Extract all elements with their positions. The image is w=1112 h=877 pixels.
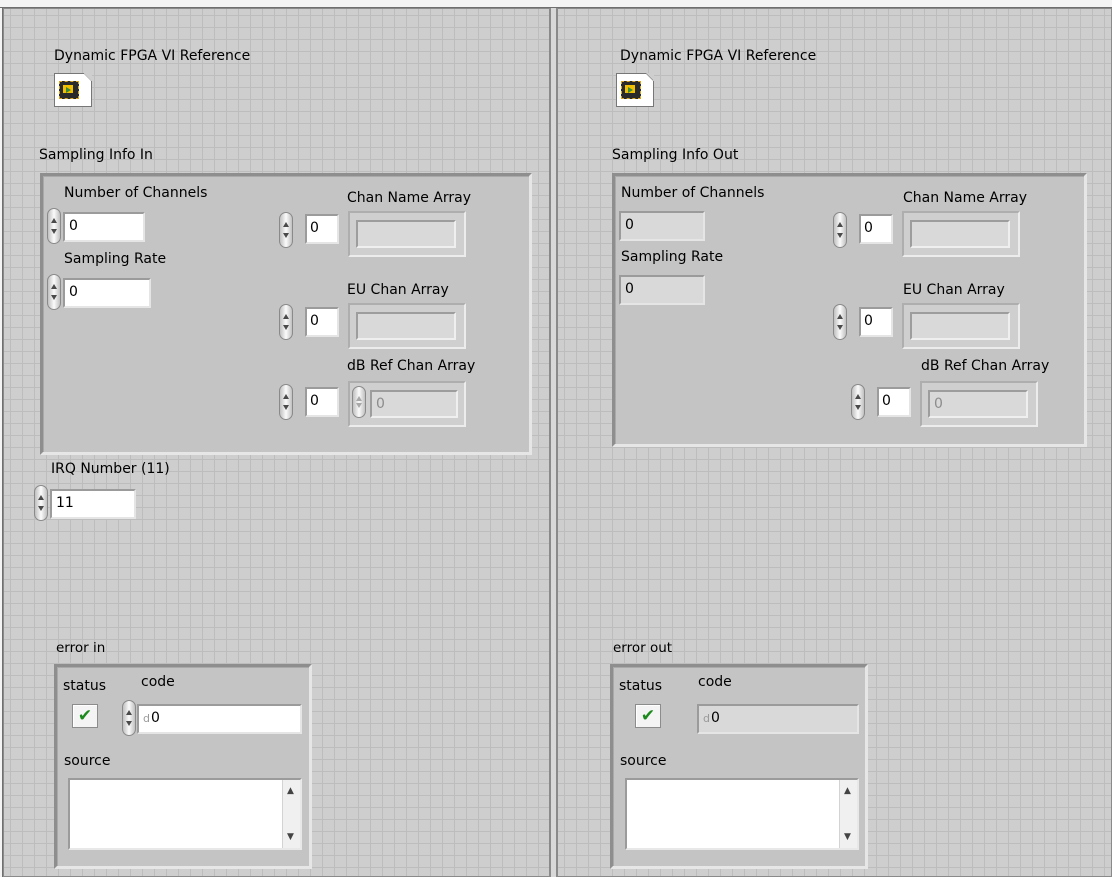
- eu-chan-array-label: EU Chan Array: [903, 282, 1005, 298]
- chan-name-index-spinner[interactable]: [833, 212, 847, 248]
- scroll-up-icon[interactable]: ▲: [844, 786, 851, 796]
- eu-chan-array-label: EU Chan Array: [347, 282, 449, 298]
- chan-name-array: [348, 211, 466, 257]
- num-channels-increment-decrement[interactable]: [47, 208, 61, 244]
- source-label: source: [64, 753, 111, 769]
- sampling-rate-increment-decrement[interactable]: [47, 274, 61, 310]
- eu-chan-index-spinner[interactable]: [279, 304, 293, 340]
- scroll-down-icon[interactable]: ▼: [287, 832, 294, 842]
- num-channels-indicator: 0: [619, 211, 705, 241]
- db-ref-chan-array-label: dB Ref Chan Array: [347, 358, 476, 374]
- chan-name-index-input[interactable]: 0: [305, 214, 339, 244]
- front-panel-right: Dynamic FPGA VI Reference Sampling Info …: [557, 8, 1112, 877]
- window-top-edge: [0, 0, 1112, 8]
- chan-name-array: [902, 211, 1020, 257]
- eu-chan-array: [902, 303, 1020, 349]
- db-ref-element-indicator: 0: [928, 390, 1028, 418]
- source-scrollbar[interactable]: ▲ ▼: [839, 780, 857, 848]
- fpga-ref-control[interactable]: [54, 73, 92, 107]
- status-check-icon: ✔: [635, 704, 661, 728]
- error-out-cluster: status code ✔ d0 source ▲ ▼: [610, 664, 868, 869]
- num-channels-input[interactable]: 0: [63, 212, 145, 242]
- fpga-ref-indicator[interactable]: [616, 73, 654, 107]
- code-increment-decrement[interactable]: [122, 700, 136, 736]
- source-label: source: [620, 753, 667, 769]
- db-ref-chan-array: 0: [348, 381, 466, 427]
- eu-chan-array-element: [910, 312, 1010, 340]
- sampling-rate-input[interactable]: 0: [63, 278, 151, 308]
- sampling-rate-label: Sampling Rate: [64, 251, 167, 267]
- error-in-label: error in: [56, 640, 106, 656]
- code-input[interactable]: d0: [137, 704, 302, 734]
- num-channels-label: Number of Channels: [621, 185, 765, 201]
- error-out-label: error out: [613, 640, 673, 656]
- db-ref-index-spinner[interactable]: [851, 384, 865, 420]
- db-ref-index-input[interactable]: 0: [305, 387, 339, 417]
- eu-chan-array-element[interactable]: [356, 312, 456, 340]
- eu-chan-array: [348, 303, 466, 349]
- scroll-up-icon[interactable]: ▲: [287, 786, 294, 796]
- eu-chan-index-input[interactable]: 0: [305, 307, 339, 337]
- fpga-chip-icon: [621, 81, 641, 99]
- db-ref-index-spinner[interactable]: [279, 384, 293, 420]
- irq-number-input[interactable]: 11: [50, 489, 136, 519]
- eu-chan-index-input[interactable]: 0: [859, 307, 893, 337]
- chan-name-array-label: Chan Name Array: [903, 190, 1028, 206]
- sampling-rate-label: Sampling Rate: [621, 249, 724, 265]
- fpga-ref-label: Dynamic FPGA VI Reference: [620, 48, 817, 64]
- chan-name-array-element[interactable]: [356, 220, 456, 248]
- decimal-radix-indicator: d: [703, 712, 710, 725]
- decimal-radix-indicator: d: [143, 712, 150, 725]
- sampling-rate-indicator: 0: [619, 275, 705, 305]
- chan-name-array-label: Chan Name Array: [347, 190, 472, 206]
- status-check-icon[interactable]: ✔: [72, 704, 98, 728]
- source-textbox[interactable]: ▲ ▼: [625, 778, 859, 850]
- db-ref-element-input[interactable]: 0: [370, 390, 458, 418]
- scroll-down-icon[interactable]: ▼: [844, 832, 851, 842]
- fpga-ref-label: Dynamic FPGA VI Reference: [54, 48, 251, 64]
- error-in-cluster: status code ✔ d0 source ▲ ▼: [54, 664, 312, 869]
- source-scrollbar[interactable]: ▲ ▼: [282, 780, 300, 848]
- sampling-info-label: Sampling Info In: [39, 147, 153, 163]
- code-value: 0: [150, 710, 160, 726]
- source-textbox[interactable]: ▲ ▼: [68, 778, 302, 850]
- irq-number-increment-decrement[interactable]: [34, 485, 48, 521]
- eu-chan-index-spinner[interactable]: [833, 304, 847, 340]
- front-panel-left: Dynamic FPGA VI Reference Sampling Info …: [3, 8, 550, 877]
- fpga-chip-icon: [59, 81, 79, 99]
- chan-name-array-element: [910, 220, 1010, 248]
- chan-name-index-spinner[interactable]: [279, 212, 293, 248]
- sampling-info-cluster: Number of Channels 0 Sampling Rate 0 Cha…: [40, 173, 532, 455]
- db-ref-chan-array-label: dB Ref Chan Array: [921, 358, 1050, 374]
- sampling-info-cluster: Number of Channels 0 Sampling Rate 0 Cha…: [612, 173, 1087, 447]
- code-label: code: [698, 674, 732, 690]
- db-ref-chan-array: 0: [920, 381, 1038, 427]
- code-label: code: [141, 674, 175, 690]
- code-indicator: d0: [697, 704, 859, 734]
- chan-name-index-input[interactable]: 0: [859, 214, 893, 244]
- status-label: status: [63, 678, 107, 694]
- num-channels-label: Number of Channels: [64, 185, 208, 201]
- code-value: 0: [710, 710, 720, 726]
- db-ref-index-input[interactable]: 0: [877, 387, 911, 417]
- irq-number-label: IRQ Number (11): [51, 461, 170, 477]
- db-ref-element-spinner[interactable]: [352, 386, 366, 418]
- pane-splitter[interactable]: [550, 8, 557, 877]
- sampling-info-label: Sampling Info Out: [612, 147, 739, 163]
- status-label: status: [619, 678, 663, 694]
